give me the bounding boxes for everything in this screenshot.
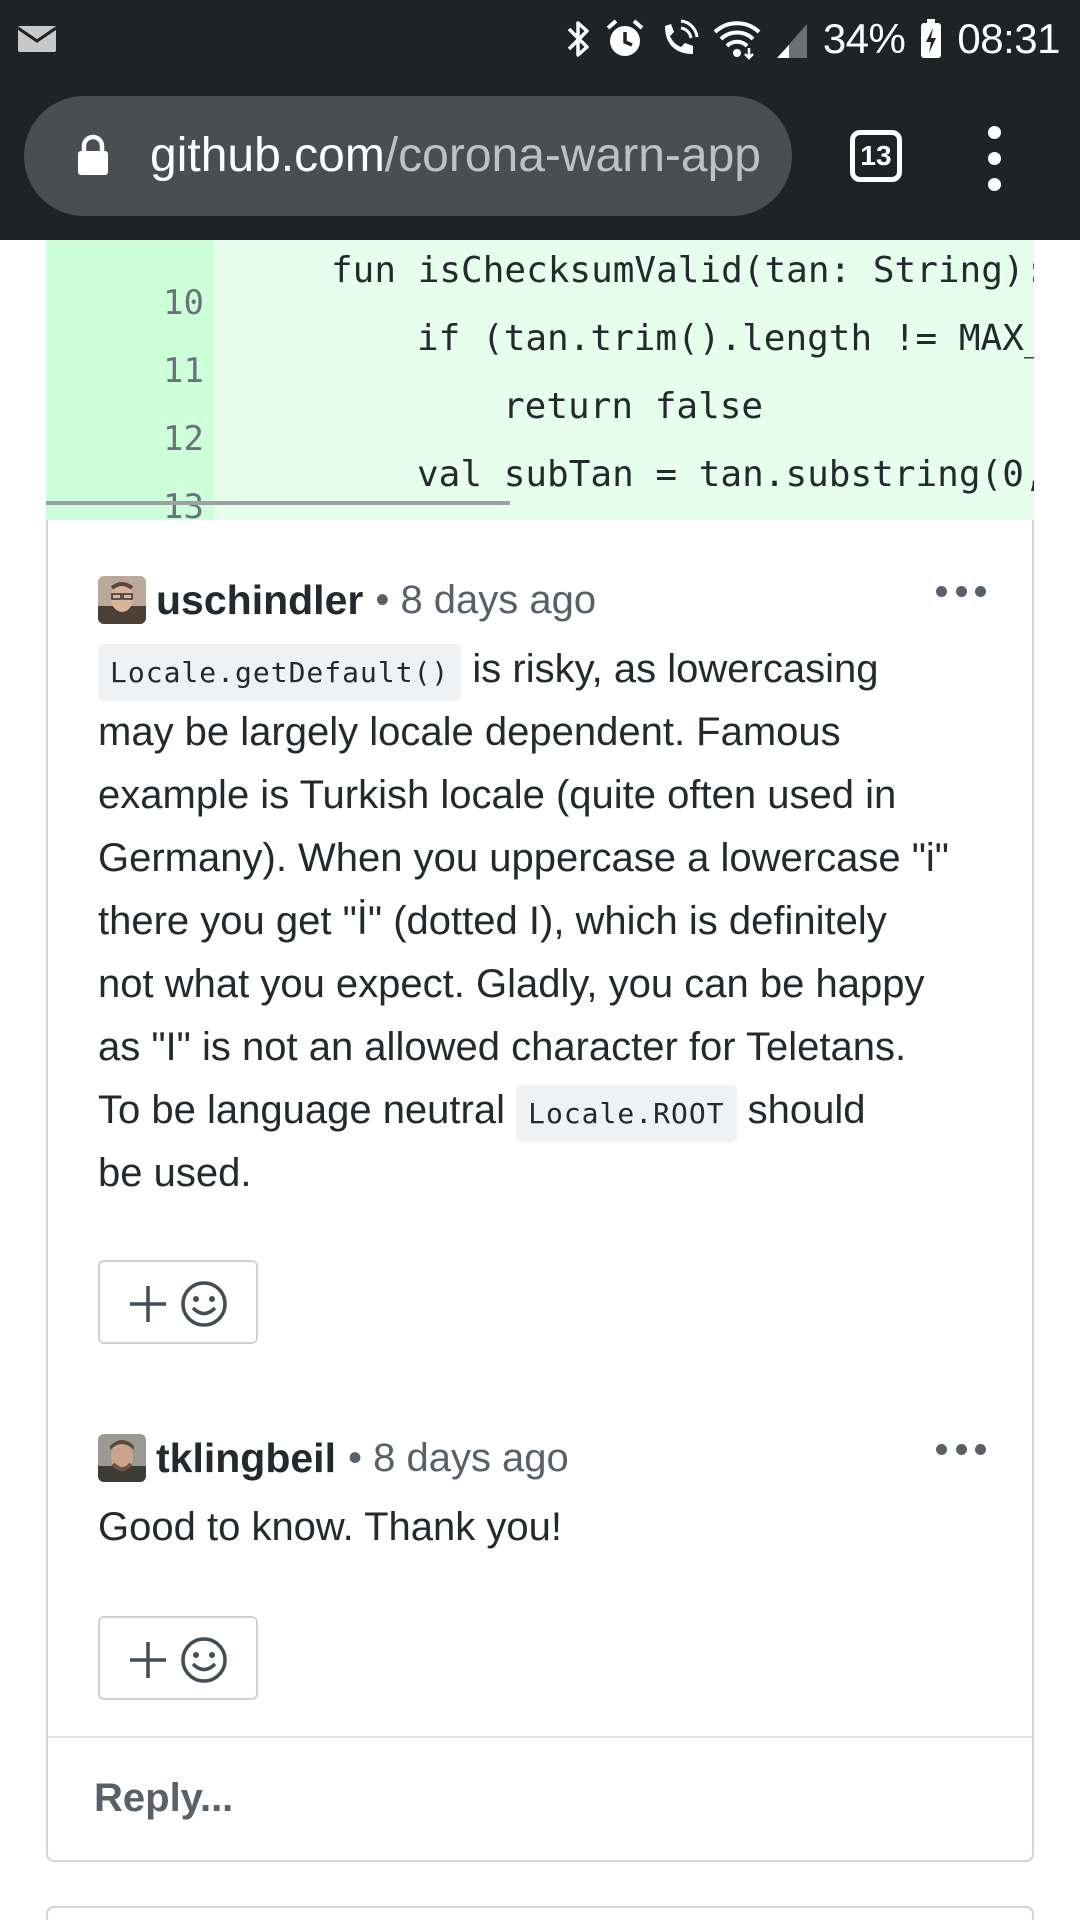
status-bar: 34% 08:31 [0, 0, 1080, 78]
menu-dot [988, 152, 1001, 165]
comment-options-button[interactable] [936, 1444, 986, 1458]
code-text: fun isChecksumValid(tan: String): [331, 250, 1034, 291]
comment-options-button[interactable] [936, 586, 986, 600]
browser-toolbar: github.com/corona-warn-app 13 [0, 78, 1080, 240]
comment-body: Good to know. Thank you! [98, 1505, 563, 1549]
add-reaction-button[interactable] [98, 1260, 258, 1344]
lock-icon [78, 134, 108, 175]
reply-input[interactable]: Reply... [94, 1776, 233, 1821]
add-emoji-icon [130, 1637, 227, 1683]
wifi-icon [713, 21, 761, 60]
inline-code: Locale.ROOT [516, 1085, 737, 1142]
code-line: 12 return false [46, 378, 1034, 459]
status-icons: 34% 08:31 [565, 12, 1060, 66]
avatar[interactable] [98, 1434, 146, 1482]
ellipsis-icon [936, 1444, 947, 1455]
bluetooth-icon [567, 21, 589, 57]
signal-icon [776, 24, 807, 58]
comment-header: tklingbeil • 8 days ago [98, 1430, 569, 1486]
divider [48, 1736, 1032, 1738]
overflow-menu-button[interactable] [975, 126, 1015, 191]
code-text: return false [503, 386, 764, 427]
comment-timestamp[interactable]: • 8 days ago [348, 1436, 569, 1481]
comment-body: Locale.getDefault() is risky, as lowerca… [98, 638, 978, 1218]
battery-percent: 34% [822, 15, 906, 62]
comment-author[interactable]: uschindler [156, 577, 363, 624]
alarm-icon [606, 19, 644, 56]
ellipsis-icon [936, 586, 947, 597]
inline-code: Locale.getDefault() [98, 644, 462, 701]
add-reaction-button[interactable] [98, 1616, 258, 1700]
address-bar[interactable]: github.com/corona-warn-app [24, 96, 792, 216]
wifi-calling-icon [664, 19, 699, 54]
comment-author[interactable]: tklingbeil [156, 1435, 336, 1482]
avatar[interactable] [98, 576, 146, 624]
mail-notification-icon [18, 26, 56, 52]
horizontal-scrollbar[interactable] [46, 501, 510, 505]
menu-dot [988, 126, 1001, 139]
code-text: val subTan = tan.substring(0, [417, 454, 1034, 495]
code-line: 10 fun isChecksumValid(tan: String): [46, 242, 1034, 323]
code-line: 11 if (tan.trim().length != MAX_ [46, 310, 1034, 391]
url-host: github.com [150, 129, 385, 182]
tab-switcher-button[interactable]: 13 [850, 130, 902, 182]
url-text[interactable]: github.com/corona-warn-app [150, 127, 790, 185]
code-diff: 10 fun isChecksumValid(tan: String): 11 … [46, 240, 1034, 522]
battery-charging-icon [921, 19, 942, 58]
tab-count: 13 [860, 140, 892, 171]
url-path: /corona-warn-app [384, 129, 761, 182]
next-thread-box [46, 1906, 1034, 1920]
comment-header: uschindler • 8 days ago [98, 572, 596, 628]
clock: 08:31 [957, 15, 1060, 62]
review-thread: uschindler • 8 days ago Locale.getDefaul… [46, 520, 1034, 1862]
add-emoji-icon [130, 1281, 227, 1327]
code-text: if (tan.trim().length != MAX_ [417, 318, 1034, 359]
comment-timestamp[interactable]: • 8 days ago [375, 578, 596, 623]
menu-dot [988, 178, 1001, 191]
